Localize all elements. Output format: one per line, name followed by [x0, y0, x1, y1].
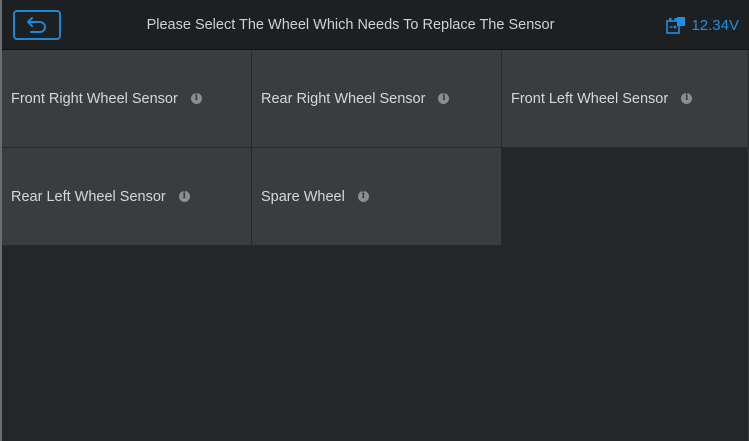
info-icon[interactable]: i — [357, 191, 369, 202]
back-button[interactable] — [13, 10, 61, 40]
info-icon[interactable]: i — [681, 93, 693, 104]
wheel-option-label: Spare Wheel — [261, 188, 345, 205]
page-title: Please Select The Wheel Which Needs To R… — [146, 17, 555, 33]
wheel-option-label: Front Left Wheel Sensor — [511, 90, 669, 107]
wheel-option-label: Front Right Wheel Sensor — [11, 90, 178, 107]
info-icon[interactable]: i — [438, 93, 450, 104]
screen: Please Select The Wheel Which Needs To R… — [0, 0, 749, 441]
wheel-option-rear-left[interactable]: Rear Left Wheel Sensor i — [2, 148, 252, 246]
battery-status: 12.34V — [666, 0, 739, 50]
car-battery-icon — [666, 17, 686, 34]
info-icon[interactable]: i — [178, 191, 190, 202]
wheel-option-label: Rear Left Wheel Sensor — [11, 188, 166, 205]
wheel-option-rear-right[interactable]: Rear Right Wheel Sensor i — [252, 50, 502, 148]
battery-voltage: 12.34V — [691, 16, 739, 34]
wheel-option-front-right[interactable]: Front Right Wheel Sensor i — [2, 50, 252, 148]
top-bar: Please Select The Wheel Which Needs To R… — [2, 0, 749, 50]
info-icon[interactable]: i — [190, 93, 202, 104]
wheel-option-spare[interactable]: Spare Wheel i — [252, 148, 502, 246]
wheel-option-label: Rear Right Wheel Sensor — [261, 90, 426, 107]
back-arrow-icon — [27, 17, 46, 33]
wheel-option-front-left[interactable]: Front Left Wheel Sensor i — [502, 50, 749, 148]
